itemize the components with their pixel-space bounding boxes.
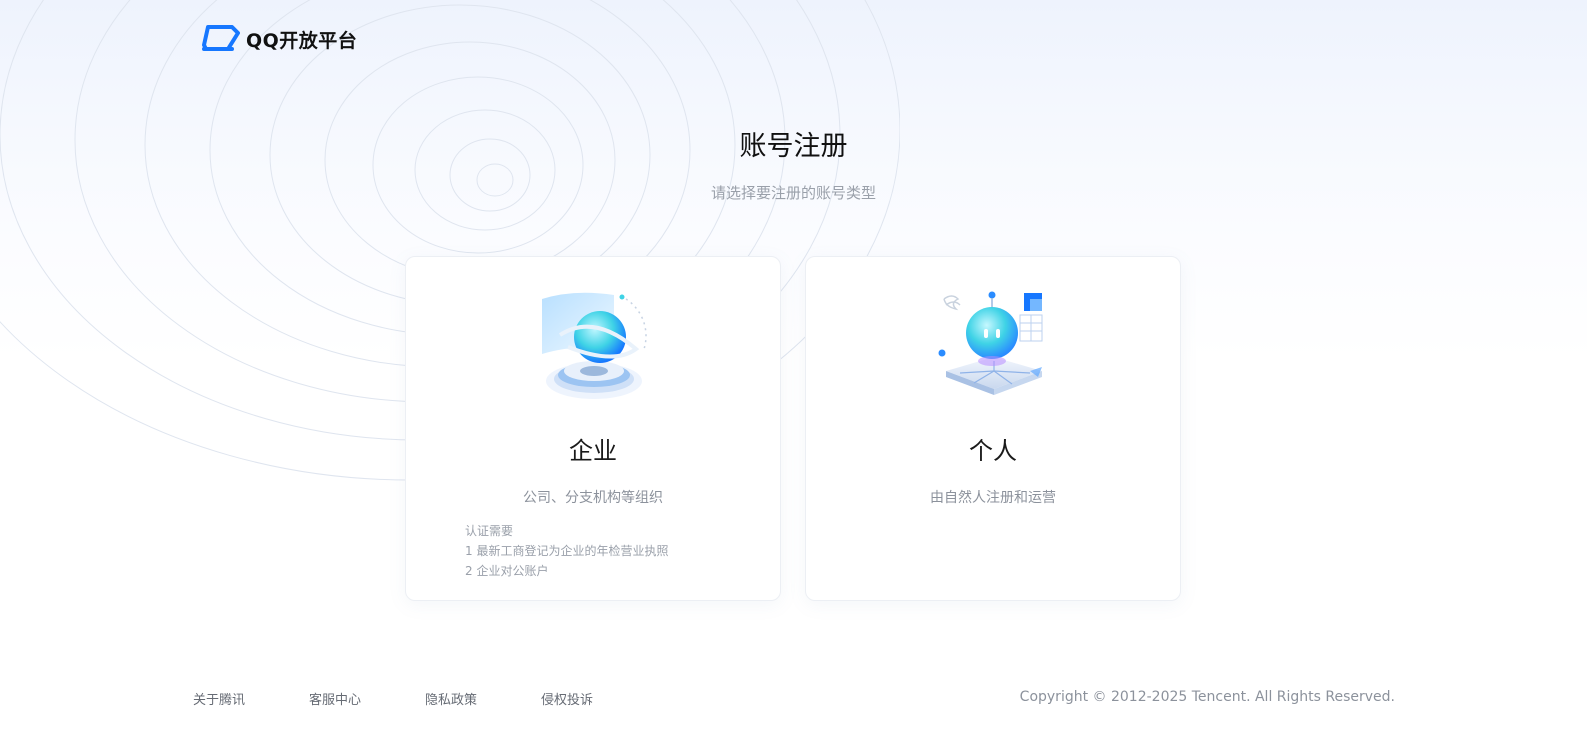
- personal-account-card[interactable]: 个人 由自然人注册和运营: [805, 256, 1181, 601]
- page-title: 账号注册: [739, 131, 848, 162]
- enterprise-account-card[interactable]: 企业 公司、分支机构等组织 认证需要 1 最新工商登记为企业的年检营业执照 2 …: [405, 256, 781, 601]
- enterprise-card-description: 公司、分支机构等组织: [523, 490, 663, 506]
- personal-robot-icon: [938, 291, 1043, 395]
- footer-link-about-tencent[interactable]: 关于腾讯: [193, 689, 309, 708]
- enterprise-planet-icon: [542, 292, 647, 399]
- enterprise-requirements: 认证需要 1 最新工商登记为企业的年检营业执照 2 企业对公账户: [465, 521, 668, 581]
- personal-card-title: 个人: [969, 437, 1017, 465]
- requirements-label: 认证需要: [465, 524, 514, 538]
- requirement-item: 1 最新工商登记为企业的年检营业执照: [465, 544, 669, 558]
- qq-open-platform-logo-icon: [202, 25, 240, 51]
- logo[interactable]: QQ开放平台: [202, 23, 357, 55]
- footer-link-privacy-policy[interactable]: 隐私政策: [425, 689, 541, 708]
- enterprise-card-title: 企业: [569, 437, 617, 465]
- requirement-item: 2 企业对公账户: [465, 564, 549, 578]
- copyright: Copyright © 2012-2025 Tencent. All Right…: [1019, 689, 1395, 705]
- personal-card-description: 由自然人注册和运营: [930, 490, 1056, 506]
- footer-link-customer-service[interactable]: 客服中心: [309, 689, 425, 708]
- footer-link-infringement-complaint[interactable]: 侵权投诉: [541, 689, 657, 708]
- footer-links: 关于腾讯 客服中心 隐私政策 侵权投诉: [193, 689, 657, 708]
- logo-text: QQ开放平台: [246, 29, 358, 52]
- page-subtitle: 请选择要注册的账号类型: [710, 184, 876, 202]
- registration-page: QQ开放平台 账号注册 请选择要注册的账号类型 企业 公司、分支机构等组织 认证…: [0, 0, 1587, 734]
